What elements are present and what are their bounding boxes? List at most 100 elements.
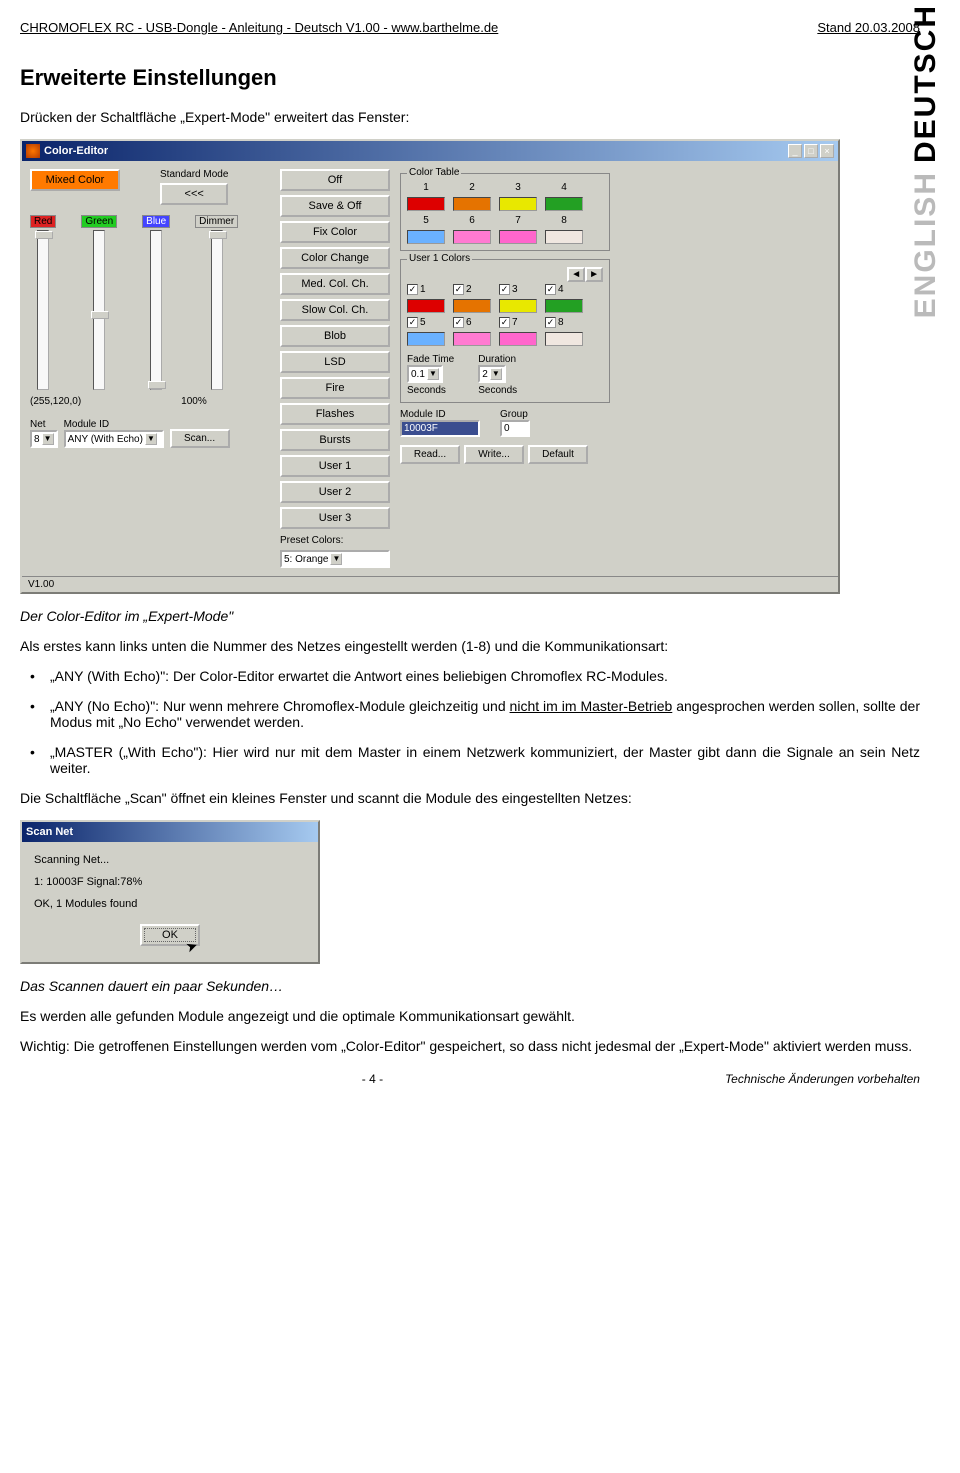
ct-swatch-3[interactable] — [499, 197, 537, 211]
standard-mode-button[interactable]: <<< — [160, 183, 228, 205]
para-4: Wichtig: Die getroffenen Einstellungen w… — [20, 1038, 920, 1054]
u1-swatch-2[interactable] — [453, 299, 491, 313]
preset-select[interactable]: 5: Orange▼ — [280, 550, 390, 568]
header-left: CHROMOFLEX RC - USB-Dongle - Anleitung -… — [20, 20, 498, 35]
mixed-color-button[interactable]: Mixed Color — [30, 169, 120, 191]
prog-blob[interactable]: Blob — [280, 325, 390, 347]
bullet-3: „MASTER („With Echo"): Hier wird nur mit… — [20, 744, 920, 776]
prog-slow-col[interactable]: Slow Col. Ch. — [280, 299, 390, 321]
ct-swatch-2[interactable] — [453, 197, 491, 211]
u1-swatch-7[interactable] — [499, 332, 537, 346]
scan-window: Scan Net Scanning Net... 1: 10003F Signa… — [20, 820, 320, 964]
net-select[interactable]: 8▼ — [30, 430, 58, 448]
ct-swatch-8[interactable] — [545, 230, 583, 244]
fade-select[interactable]: 0.1▼ — [407, 365, 443, 383]
para-1: Als erstes kann links unten die Nummer d… — [20, 638, 920, 654]
u1-cb-2[interactable]: ✓ — [453, 284, 464, 295]
write-button[interactable]: Write... — [464, 445, 524, 464]
u1-swatch-1[interactable] — [407, 299, 445, 313]
u1-swatch-4[interactable] — [545, 299, 583, 313]
ct-swatch-6[interactable] — [453, 230, 491, 244]
prog-user3[interactable]: User 3 — [280, 507, 390, 529]
scan-line-1: Scanning Net... — [34, 854, 306, 866]
prog-lsd[interactable]: LSD — [280, 351, 390, 373]
module-id-label: Module ID — [64, 419, 164, 430]
section-heading: Erweiterte Einstellungen — [20, 65, 920, 91]
red-slider[interactable] — [37, 230, 49, 390]
cursor-icon: ➤ — [183, 937, 200, 957]
dimmer-value: 100% — [181, 396, 207, 407]
app-icon — [26, 144, 40, 158]
u1-cb-6[interactable]: ✓ — [453, 317, 464, 328]
prog-user2[interactable]: User 2 — [280, 481, 390, 503]
para-3: Es werden alle gefunden Module angezeigt… — [20, 1008, 920, 1024]
color-table-group: Color Table 1234 5678 — [400, 173, 610, 251]
caption-1: Der Color-Editor im „Expert-Mode" — [20, 608, 920, 624]
u1-cb-4[interactable]: ✓ — [545, 284, 556, 295]
scan-button[interactable]: Scan... — [170, 429, 230, 448]
prog-med-col[interactable]: Med. Col. Ch. — [280, 273, 390, 295]
u1-cb-8[interactable]: ✓ — [545, 317, 556, 328]
group-field[interactable]: 0 — [500, 420, 530, 437]
u1-swatch-3[interactable] — [499, 299, 537, 313]
caption-2: Das Scannen dauert ein paar Sekunden… — [20, 978, 920, 994]
preset-label: Preset Colors: — [280, 535, 390, 546]
page-footer: - 4 - Technische Änderungen vorbehalten — [20, 1072, 920, 1086]
red-label: Red — [30, 215, 56, 228]
dimmer-label: Dimmer — [195, 215, 238, 228]
module-id-field[interactable]: 10003F — [400, 420, 480, 437]
standard-mode-label: Standard Mode — [160, 169, 228, 180]
duration-select[interactable]: 2▼ — [478, 365, 506, 383]
user-next[interactable]: ► — [585, 267, 603, 282]
u1-cb-5[interactable]: ✓ — [407, 317, 418, 328]
scan-line-2: 1: 10003F Signal:78% — [34, 876, 306, 888]
green-slider[interactable] — [93, 230, 105, 390]
dimmer-slider[interactable] — [211, 230, 223, 390]
status-bar: V1.00 — [22, 576, 838, 592]
u1-swatch-5[interactable] — [407, 332, 445, 346]
bullet-1: „ANY (With Echo)": Der Color-Editor erwa… — [20, 668, 920, 684]
ct-swatch-7[interactable] — [499, 230, 537, 244]
u1-cb-1[interactable]: ✓ — [407, 284, 418, 295]
module-id-select[interactable]: ANY (With Echo)▼ — [64, 430, 164, 448]
intro-text: Drücken der Schaltfläche „Expert-Mode" e… — [20, 109, 920, 125]
close-button[interactable]: × — [820, 144, 834, 158]
minimize-button[interactable]: _ — [788, 144, 802, 158]
prog-fire[interactable]: Fire — [280, 377, 390, 399]
prog-color-change[interactable]: Color Change — [280, 247, 390, 269]
blue-slider[interactable] — [150, 230, 162, 390]
read-button[interactable]: Read... — [400, 445, 460, 464]
color-editor-window: Color-Editor _ □ × Mixed Color Standard … — [20, 139, 840, 594]
u1-swatch-6[interactable] — [453, 332, 491, 346]
u1-cb-3[interactable]: ✓ — [499, 284, 510, 295]
prog-bursts[interactable]: Bursts — [280, 429, 390, 451]
ct-swatch-5[interactable] — [407, 230, 445, 244]
scan-ok-button[interactable]: OK➤ — [140, 924, 200, 946]
ct-swatch-1[interactable] — [407, 197, 445, 211]
net-label: Net — [30, 419, 58, 430]
prog-user1[interactable]: User 1 — [280, 455, 390, 477]
u1-cb-7[interactable]: ✓ — [499, 317, 510, 328]
default-button[interactable]: Default — [528, 445, 588, 464]
page-header: CHROMOFLEX RC - USB-Dongle - Anleitung -… — [20, 20, 920, 35]
green-label: Green — [81, 215, 117, 228]
u1-swatch-8[interactable] — [545, 332, 583, 346]
lang-deutsch: DEUTSCH — [909, 4, 943, 163]
window-title: Color-Editor — [44, 145, 788, 157]
footer-note: Technische Änderungen vorbehalten — [725, 1072, 920, 1086]
para-2: Die Schaltfläche „Scan" öffnet ein klein… — [20, 790, 920, 806]
prog-save-off[interactable]: Save & Off — [280, 195, 390, 217]
user1-colors-group: User 1 Colors ◄► ✓1 ✓2 ✓3 ✓4 ✓5 ✓6 ✓7 ✓8 — [400, 259, 610, 403]
ct-swatch-4[interactable] — [545, 197, 583, 211]
rgb-value: (255,120,0) — [30, 396, 81, 407]
titlebar[interactable]: Color-Editor _ □ × — [22, 141, 838, 161]
prog-flashes[interactable]: Flashes — [280, 403, 390, 425]
bullet-2: „ANY (No Echo)": Nur wenn mehrere Chromo… — [20, 698, 920, 730]
user-prev[interactable]: ◄ — [567, 267, 585, 282]
page-number: - 4 - — [362, 1072, 383, 1086]
prog-fix-color[interactable]: Fix Color — [280, 221, 390, 243]
prog-off[interactable]: Off — [280, 169, 390, 191]
scan-titlebar[interactable]: Scan Net — [22, 822, 318, 842]
scan-line-3: OK, 1 Modules found — [34, 898, 306, 910]
maximize-button[interactable]: □ — [804, 144, 818, 158]
